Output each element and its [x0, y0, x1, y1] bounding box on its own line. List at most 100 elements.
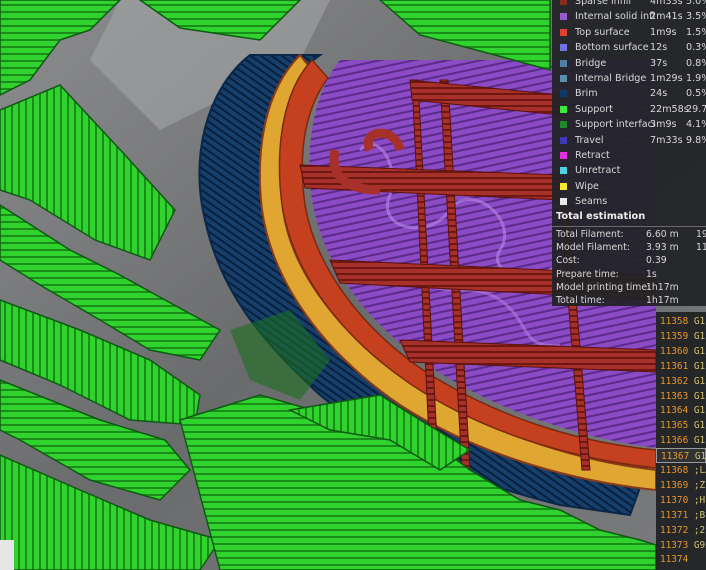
legend-item-label: Brim	[575, 88, 598, 100]
plate-corner	[0, 540, 14, 570]
legend-item-time: 1m29s	[650, 73, 683, 84]
legend-color-swatch	[560, 0, 567, 5]
gcode-line-number: 11364	[660, 405, 689, 417]
legend-item-label: Seams	[575, 196, 608, 208]
legend-item[interactable]: Top surface 1m9s 1.5%	[556, 25, 706, 40]
legend-color-swatch	[560, 136, 567, 144]
gcode-line[interactable]: 11370 ;HE	[656, 493, 706, 508]
legend-item-percent: 5.0%	[686, 0, 706, 7]
gcode-command: G1	[693, 360, 706, 372]
legend-item-percent: 0.3%	[686, 42, 706, 54]
legend-item-label: Wipe	[575, 180, 599, 192]
estimation-value: 1h17m	[646, 295, 679, 306]
legend-item-time: 24s	[650, 88, 668, 100]
legend-item-label: Internal solid infill	[575, 11, 655, 23]
legend-color-swatch	[560, 167, 567, 175]
legend-item-time: 22m58s	[650, 103, 689, 115]
legend-item-percent: 4.1%	[686, 119, 706, 131]
gcode-command: G1	[694, 451, 706, 463]
estimation-label: Total Filament:	[556, 229, 624, 240]
legend-item[interactable]: Internal Bridge1m29s1.9%	[556, 71, 706, 86]
legend-item[interactable]: Bridge 37s 0.8%	[556, 56, 706, 71]
gcode-command: G1	[693, 435, 706, 447]
legend-item[interactable]: Sparse infill 4m33s5.0%	[556, 0, 706, 9]
legend-item-time: 12s	[650, 42, 668, 54]
gcode-command: G1	[693, 316, 706, 327]
legend-item-time: 1m9s	[650, 26, 677, 38]
gcode-command: G1	[693, 330, 706, 342]
gcode-line[interactable]: 11362 G1	[656, 374, 706, 389]
gcode-line-number: 11367	[661, 451, 690, 463]
legend-item-percent: 1.9%	[686, 73, 706, 84]
gcode-line[interactable]: 11365 G1	[656, 418, 706, 433]
legend-color-swatch	[560, 75, 567, 82]
estimation-value: 1h17m	[646, 281, 679, 293]
gcode-command: ;2.4	[693, 524, 706, 536]
gcode-line-number: 11358	[660, 316, 689, 327]
gcode-command: G1	[693, 375, 706, 387]
gcode-line-number: 11366	[660, 435, 689, 447]
gcode-line-number: 11374	[660, 554, 689, 566]
estimation-label: Model printing time:	[556, 281, 651, 293]
legend-item[interactable]: Brim 24s 0.5%	[556, 86, 706, 101]
legend-item-label: Internal Bridge	[575, 73, 647, 84]
gcode-line[interactable]: 11373 G92	[656, 538, 706, 553]
gcode-line[interactable]: 11368 ;LA	[656, 463, 706, 478]
legend-color-swatch	[560, 182, 567, 190]
legend-item-time: 37s	[650, 57, 668, 69]
gcode-line[interactable]: 11374	[656, 552, 706, 567]
gcode-line-number: 11368	[660, 465, 689, 476]
legend-item[interactable]: Internal solid infill2m41s3.5%	[556, 9, 706, 24]
legend-color-swatch	[560, 105, 567, 113]
gcode-command: G1	[693, 405, 706, 417]
estimation-label: Cost:	[556, 255, 580, 267]
legend-item-percent: 1.5%	[686, 26, 706, 38]
legend-item-label: Support interface	[575, 119, 655, 131]
gcode-line-number: 11361	[660, 360, 689, 372]
gcode-line-number: 11369	[660, 479, 689, 491]
gcode-command: ;Z:2	[693, 479, 706, 491]
estimation-value: 3.93 m	[646, 242, 679, 254]
gcode-line[interactable]: 11361 G1	[656, 359, 706, 374]
legend-color-swatch	[560, 90, 567, 98]
legend-item[interactable]: Retract	[556, 148, 706, 163]
gcode-line[interactable]: 11358 G1	[656, 314, 706, 329]
legend-item[interactable]: Travel 7m33s9.8%	[556, 133, 706, 148]
gcode-line[interactable]: 11369 ;Z:2	[656, 478, 706, 493]
estimation-label: Model Filament:	[556, 242, 630, 254]
gcode-line-number: 11360	[660, 345, 689, 357]
gcode-command: ;LA	[693, 465, 706, 476]
gcode-line[interactable]: 11363 G1	[656, 389, 706, 404]
gcode-command: G92	[693, 539, 706, 551]
legend-color-swatch	[560, 44, 567, 52]
legend-item[interactable]: Support 22m58s29.7%	[556, 102, 706, 117]
legend-item[interactable]: Support interface3m9s 4.1%	[556, 117, 706, 132]
legend-color-swatch	[560, 59, 567, 67]
gcode-line-number: 11363	[660, 390, 689, 402]
legend-item-label: Bridge	[575, 57, 607, 69]
legend-item[interactable]: Unretract	[556, 163, 706, 178]
gcode-line-current[interactable]: 11367 G1	[656, 448, 706, 464]
gcode-line[interactable]: 11372 ;2.4	[656, 523, 706, 538]
gcode-line[interactable]: 11359 G1	[656, 329, 706, 344]
gcode-line[interactable]: 11371 ;BE	[656, 508, 706, 523]
legend-item[interactable]: Seams	[556, 194, 706, 209]
gcode-line-number: 11370	[660, 494, 689, 506]
legend-item-label: Top surface	[575, 26, 630, 38]
estimation-label: Prepare time:	[556, 268, 619, 280]
gcode-command: G1	[693, 390, 706, 402]
legend-item-label: Unretract	[575, 165, 621, 177]
gcode-line-number: 11359	[660, 330, 689, 342]
gcode-viewer[interactable]: 11358 G1 11359 G1 11360 G1 11361 G1 11362 G1…	[656, 312, 706, 570]
legend-item-time: 4m33s	[650, 0, 683, 7]
legend-item[interactable]: Bottom surface12s 0.3%	[556, 40, 706, 55]
legend-item-percent: 0.5%	[686, 88, 706, 100]
legend-item-percent: 3.5%	[686, 11, 706, 23]
legend-item-label: Retract	[575, 150, 610, 161]
gcode-line[interactable]: 11364 G1	[656, 403, 706, 418]
gcode-line[interactable]: 11366 G1	[656, 433, 706, 448]
legend-item[interactable]: Wipe	[556, 179, 706, 194]
gcode-line[interactable]: 11360 G1	[656, 344, 706, 359]
estimation-label: Total time:	[556, 295, 605, 306]
estimation-divider	[552, 226, 706, 227]
